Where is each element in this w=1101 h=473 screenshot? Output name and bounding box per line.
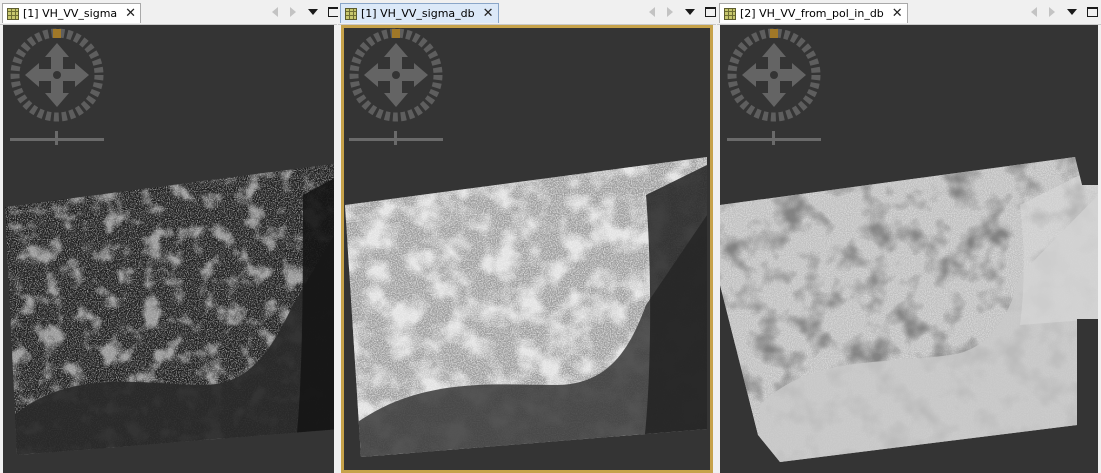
image-canvas[interactable] [341, 25, 713, 473]
chevron-down-icon[interactable] [308, 9, 318, 15]
maximize-icon[interactable] [1087, 7, 1098, 17]
chevron-down-icon[interactable] [685, 9, 695, 15]
scroll-left-icon[interactable] [649, 7, 655, 17]
sar-image [3, 25, 334, 473]
scroll-right-icon[interactable] [290, 7, 296, 17]
image-band-icon [724, 7, 736, 20]
tab-vh-vv-sigma[interactable]: [1] VH_VV_sigma ✕ [2, 3, 142, 23]
scroll-left-icon[interactable] [1031, 7, 1037, 17]
tab-vh-vv-from-pol-in-db[interactable]: [2] VH_VV_from_pol_in_db ✕ [719, 3, 908, 23]
tab-label: [1] VH_VV_sigma_db [361, 7, 475, 20]
tab-bar: [2] VH_VV_from_pol_in_db ✕ [717, 0, 1101, 25]
image-canvas[interactable] [720, 25, 1098, 473]
tab-bar: [1] VH_VV_sigma ✕ [0, 0, 339, 25]
tab-label: [1] VH_VV_sigma [23, 7, 118, 20]
image-band-icon [345, 7, 357, 20]
sar-image [341, 25, 713, 473]
tab-bar: [1] VH_VV_sigma_db ✕ [338, 0, 716, 25]
close-icon[interactable]: ✕ [892, 7, 903, 20]
scroll-right-icon[interactable] [667, 7, 673, 17]
maximize-icon[interactable] [705, 7, 716, 17]
tab-label: [2] VH_VV_from_pol_in_db [740, 7, 884, 20]
close-icon[interactable]: ✕ [483, 7, 494, 20]
image-view-pane-3: [2] VH_VV_from_pol_in_db ✕ [717, 0, 1101, 473]
scroll-right-icon[interactable] [1049, 7, 1055, 17]
image-band-icon [7, 7, 19, 20]
chevron-down-icon[interactable] [1067, 9, 1077, 15]
scroll-left-icon[interactable] [272, 7, 278, 17]
tab-vh-vv-sigma-db[interactable]: [1] VH_VV_sigma_db ✕ [340, 3, 499, 23]
image-canvas[interactable] [3, 25, 334, 473]
image-view-pane-1: [1] VH_VV_sigma ✕ [0, 0, 339, 473]
sar-image [720, 25, 1098, 473]
close-icon[interactable]: ✕ [125, 7, 136, 20]
image-view-pane-2: [1] VH_VV_sigma_db ✕ [338, 0, 716, 473]
